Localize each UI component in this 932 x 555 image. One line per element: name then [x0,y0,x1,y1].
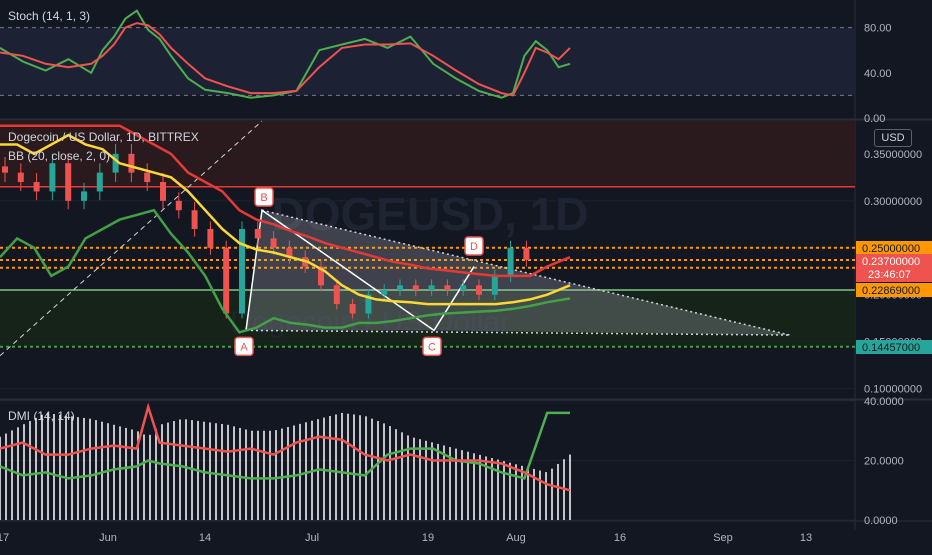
x-tick-label: Aug [506,532,526,544]
stoch-y-tick-label: 40.00 [864,68,892,80]
candle-body [160,182,166,201]
price-label-text: 0.23700000 [862,256,920,268]
x-tick-label: Sep [713,532,733,544]
candle-body [491,275,498,295]
countdown-label: 23:46:07 [868,269,911,281]
candle-body [33,182,40,192]
price-y-tick-label: 0.10000000 [864,384,922,396]
pattern-point-label: D [470,241,478,253]
pattern-point-label: A [240,341,248,353]
currency-button[interactable]: USD [874,129,912,147]
candle-body [333,285,340,305]
x-tick-label: 14 [199,532,211,544]
candle-body [254,228,261,239]
x-tick-label: Jun [99,532,117,544]
candle-body [144,172,151,183]
price-y-tick-label: 0.35000000 [864,149,922,161]
candle-body [428,285,435,291]
stoch-y-tick-label: 80.00 [864,23,892,35]
candle-body [412,285,419,291]
x-tick-label: Jul [305,532,319,544]
pattern-point-label: C [428,341,436,353]
candle-body [175,200,182,211]
candle-body [476,285,482,295]
candle-body [191,210,198,229]
candle-body [223,247,230,314]
pattern-point-label: B [260,192,267,204]
candle-body [2,166,8,173]
x-tick-label: 16 [614,532,626,544]
stoch-band-fill [0,27,855,96]
candle-body [397,285,403,291]
x-tick-label: 19 [422,532,434,544]
stoch-y-tick-label: 0.00 [864,113,885,125]
candle-body [239,228,245,314]
candle-body [17,172,24,183]
price-title: Dogecoin / US Dollar, 1D, BITTREX [8,130,199,144]
candle-body [507,247,514,276]
candle-body [460,285,467,291]
candle-body [128,153,135,173]
chart-stage: 0.00 40.00 80.00 Stoch (14, 1, 3) 0.10000000… [0,0,932,550]
dmi-y-tick-label: 20.0000 [864,456,904,468]
dmi-title: DMI (14, 14) [8,409,75,423]
candle-body [381,290,388,295]
price-label-text: 0.25000000 [862,243,920,255]
candle-body [523,247,530,260]
candle-body [444,285,451,291]
dmi-y-tick-label: 0.0000 [864,515,898,527]
candle-body [81,191,87,201]
price-label-text: 0.22869000 [862,285,920,297]
dmi-y-tick-label: 40.0000 [864,396,904,408]
x-tick-label: 17 [0,532,9,544]
candle-body [96,172,103,192]
bb-title: BB (20, close, 2, 0) [8,149,110,163]
price-y-tick-label: 0.30000000 [864,196,922,208]
x-tick-label: 13 [800,532,812,544]
candle-body [349,304,356,314]
price-label-text: 0.14457000 [862,342,920,354]
dmi-plus-line [0,411,570,480]
chart-canvas: 0.00 40.00 80.00 Stoch (14, 1, 3) 0.10000000… [0,0,932,544]
stoch-title: Stoch (14, 1, 3) [8,9,90,23]
candle-body [207,228,214,248]
candle-body [49,163,56,192]
candle-body [65,163,72,201]
candle-body [270,238,277,248]
